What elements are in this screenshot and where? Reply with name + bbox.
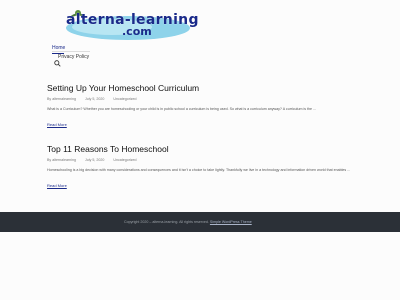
post-date[interactable]: July 5, 2020 xyxy=(85,158,104,162)
post-title[interactable]: Setting Up Your Homeschool Curriculum xyxy=(47,83,367,93)
search-icon[interactable] xyxy=(54,60,61,67)
post-category[interactable]: Uncategorized xyxy=(113,158,136,162)
post-author[interactable]: By alternalearning xyxy=(47,97,76,101)
post-author[interactable]: By alternalearning xyxy=(47,158,76,162)
post-article: Setting Up Your Homeschool Curriculum By… xyxy=(47,83,367,131)
nav-divider xyxy=(52,51,90,52)
theme-link[interactable]: Simple WordPress Theme xyxy=(210,220,252,224)
read-more-link[interactable]: Read More xyxy=(47,183,67,188)
post-excerpt: What is a Curriculum? Whether you are ho… xyxy=(47,107,317,111)
post-meta: By alternalearning July 5, 2020 Uncatego… xyxy=(47,97,367,101)
footer-copyright: Copyright 2020 – alterna-learning. All r… xyxy=(124,220,252,224)
logo-domain: .com xyxy=(122,25,152,38)
site-footer: Copyright 2020 – alterna-learning. All r… xyxy=(0,212,400,232)
post-excerpt: Homeschooling is a big decision with man… xyxy=(47,168,351,172)
post-article: Top 11 Reasons To Homeschool By alternal… xyxy=(47,144,367,192)
post-meta: By alternalearning July 5, 2020 Uncatego… xyxy=(47,158,367,162)
site-logo[interactable]: alterna-learning .com xyxy=(60,6,198,42)
post-category[interactable]: Uncategorized xyxy=(113,97,136,101)
read-more-link[interactable]: Read More xyxy=(47,122,67,127)
post-date[interactable]: July 5, 2020 xyxy=(85,97,104,101)
nav-item-privacy-policy[interactable]: Privacy Policy xyxy=(58,54,89,60)
post-title[interactable]: Top 11 Reasons To Homeschool xyxy=(47,144,367,154)
copyright-text: Copyright 2020 – alterna-learning. All r… xyxy=(124,220,209,224)
